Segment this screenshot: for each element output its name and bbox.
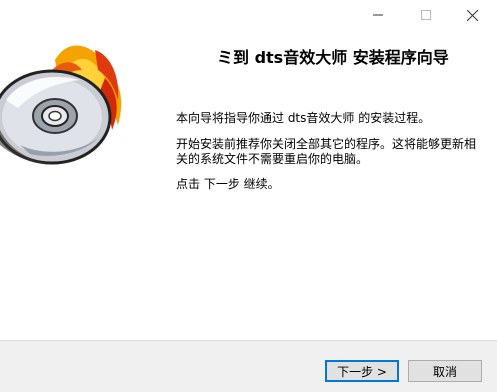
cancel-button[interactable]: 取消: [408, 360, 482, 382]
next-button[interactable]: 下一步 >: [325, 360, 399, 382]
recommendation-text: 开始安装前推荐你关闭全部其它的程序。这将能够更新相关的系统文件不需要重启你的电脑…: [176, 137, 477, 166]
minimize-icon: [373, 14, 383, 16]
button-bar: 下一步 > 取消: [0, 340, 497, 392]
cd-fire-icon: [0, 45, 122, 165]
installer-window: ミ到 dts音效大师 安装程序向导 本向导将指导你通过 dts音效大师 的安装过…: [0, 0, 497, 392]
intro-text: 本向导将指导你通过 dts音效大师 的安装过程。: [176, 111, 431, 125]
close-icon: [466, 9, 478, 21]
continue-instruction: 点击 下一步 继续。: [176, 177, 280, 191]
title-bar: [0, 0, 497, 30]
installer-banner: [0, 30, 160, 340]
minimize-button[interactable]: [355, 0, 401, 30]
page-title: ミ到 dts音效大师 安装程序向导: [217, 48, 449, 67]
close-button[interactable]: [449, 0, 495, 30]
maximize-button[interactable]: [403, 0, 449, 30]
maximize-icon: [421, 10, 431, 20]
